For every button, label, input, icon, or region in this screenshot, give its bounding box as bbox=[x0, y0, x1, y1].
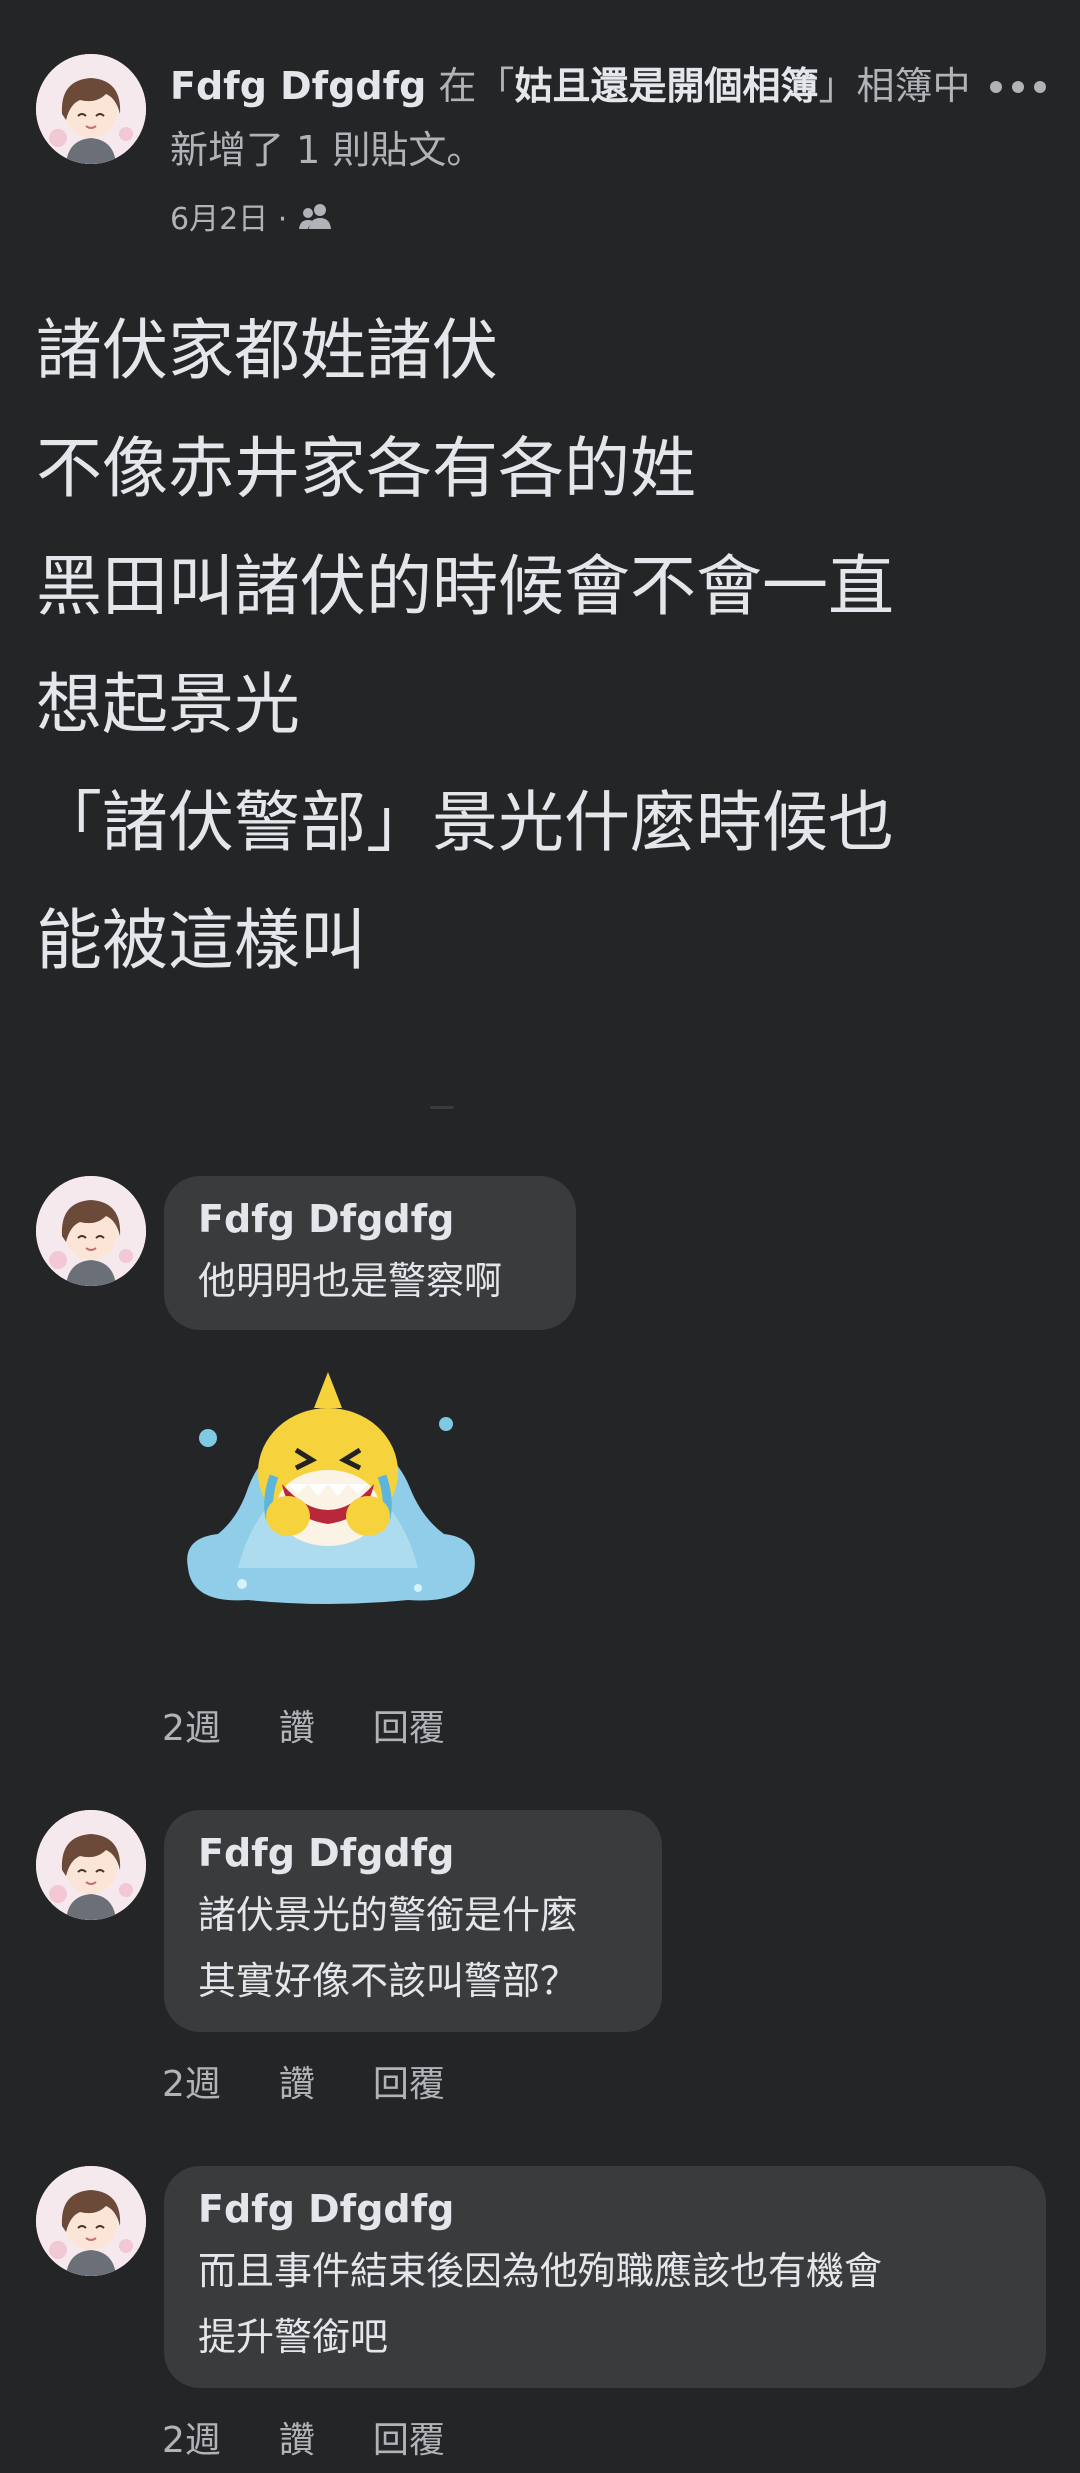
post-header: Fdfg Dfgdfg 在「姑且還是開個相簿」相簿中新增了 1 則貼文。 6月2… bbox=[36, 54, 1046, 244]
comment-bubble[interactable]: Fdfg Dfgdfg 諸伏景光的警銜是什麼 其實好像不該叫警部？ bbox=[164, 1810, 662, 2032]
album-name-link[interactable]: 姑且還是開個相簿 bbox=[514, 64, 818, 108]
post-body-line: 「諸伏警部」景光什麼時候也 bbox=[36, 784, 894, 861]
post-body-line: 不像赤井家各有各的姓 bbox=[36, 430, 696, 507]
post-body: 諸伏家都姓諸伏 不像赤井家各有各的姓 黑田叫諸伏的時候會不會一直 想起景光 「諸… bbox=[36, 292, 1056, 1000]
post-body-line: 能被這樣叫 bbox=[36, 902, 366, 979]
like-button[interactable]: 讚 bbox=[279, 1699, 315, 1751]
post-date[interactable]: 6月2日 · bbox=[170, 194, 287, 238]
comment-time[interactable]: 2週 bbox=[162, 2055, 221, 2107]
comment-text: 其實好像不該叫警部？ bbox=[198, 1959, 579, 2003]
comment-author[interactable]: Fdfg Dfgdfg bbox=[198, 1824, 628, 1882]
commenter-avatar[interactable] bbox=[36, 1810, 146, 1920]
post-header-text: Fdfg Dfgdfg 在「姑且還是開個相簿」相簿中新增了 1 則貼文。 bbox=[170, 54, 990, 182]
avatar-illustration bbox=[36, 54, 146, 164]
avatar-illustration bbox=[36, 1810, 146, 1920]
like-button[interactable]: 讚 bbox=[279, 2411, 315, 2463]
comment-text: 他明明也是警察啊 bbox=[198, 1259, 503, 1303]
post-action-prefix: 在「 bbox=[426, 64, 515, 108]
post-body-line: 想起景光 bbox=[36, 666, 300, 743]
friends-icon[interactable] bbox=[297, 201, 333, 231]
post-meta: 6月2日 · bbox=[170, 194, 333, 238]
comment-text: 諸伏景光的警銜是什麼 bbox=[198, 1893, 579, 1937]
comment-bubble[interactable]: Fdfg Dfgdfg 而且事件結束後因為他殉職應該也有機會 提升警銜吧 bbox=[164, 2166, 1046, 2388]
comment-author[interactable]: Fdfg Dfgdfg bbox=[198, 2180, 1012, 2238]
post-body-line: 諸伏家都姓諸伏 bbox=[36, 312, 498, 389]
author-avatar[interactable] bbox=[36, 54, 146, 164]
reply-button[interactable]: 回覆 bbox=[373, 2411, 445, 2463]
post-body-line: 黑田叫諸伏的時候會不會一直 bbox=[36, 548, 894, 625]
commenter-avatar[interactable] bbox=[36, 1176, 146, 1286]
comment-time[interactable]: 2週 bbox=[162, 1699, 221, 1751]
crying-shark-sticker[interactable] bbox=[178, 1368, 482, 1620]
comment-actions: 2週 讚 回覆 bbox=[162, 2412, 445, 2462]
comment-item: Fdfg Dfgdfg 諸伏景光的警銜是什麼 其實好像不該叫警部？ bbox=[36, 1810, 1056, 2032]
avatar-illustration bbox=[36, 1176, 146, 1286]
commenter-avatar[interactable] bbox=[36, 2166, 146, 2276]
more-dots-icon[interactable] bbox=[990, 72, 1046, 102]
comment-time[interactable]: 2週 bbox=[162, 2411, 221, 2463]
divider bbox=[430, 1106, 454, 1109]
comment-text: 而且事件結束後因為他殉職應該也有機會 bbox=[198, 2249, 883, 2293]
avatar-illustration bbox=[36, 2166, 146, 2276]
comment-actions: 2週 讚 回覆 bbox=[162, 1700, 445, 1750]
reply-button[interactable]: 回覆 bbox=[373, 1699, 445, 1751]
comment-actions: 2週 讚 回覆 bbox=[162, 2056, 445, 2106]
comment-author[interactable]: Fdfg Dfgdfg bbox=[198, 1190, 542, 1248]
comment-text: 提升警銜吧 bbox=[198, 2315, 389, 2359]
post-author-name[interactable]: Fdfg Dfgdfg bbox=[170, 64, 426, 108]
comment-bubble[interactable]: Fdfg Dfgdfg 他明明也是警察啊 bbox=[164, 1176, 576, 1330]
reply-button[interactable]: 回覆 bbox=[373, 2055, 445, 2107]
comment-item: Fdfg Dfgdfg 而且事件結束後因為他殉職應該也有機會 提升警銜吧 bbox=[36, 2166, 1056, 2388]
like-button[interactable]: 讚 bbox=[279, 2055, 315, 2107]
facebook-post-page: Fdfg Dfgdfg 在「姑且還是開個相簿」相簿中新增了 1 則貼文。 6月2… bbox=[0, 0, 1080, 2473]
